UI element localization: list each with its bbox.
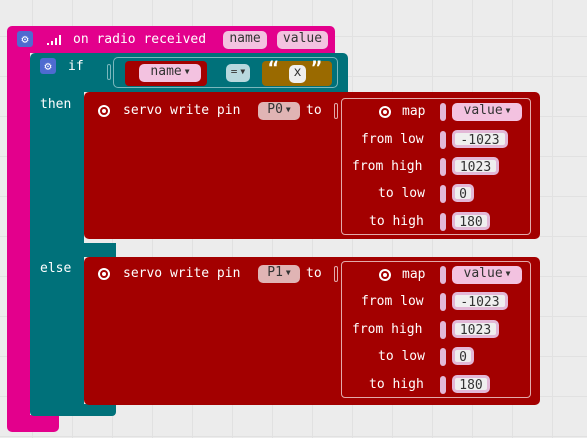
map-to-low-field[interactable]: 0 — [452, 347, 474, 365]
map-slot-notch — [334, 266, 338, 282]
map-row-label: from high — [352, 322, 423, 337]
value-slot-notch — [440, 185, 446, 203]
value-slot-notch — [440, 348, 446, 366]
map-from-high-field[interactable]: 1023 — [452, 320, 499, 338]
close-quote-icon: ” — [311, 58, 322, 79]
param-name[interactable]: name — [223, 31, 267, 49]
servo-write-label: servo write pin — [123, 266, 241, 281]
pin-label: P0 — [267, 102, 283, 117]
then-connector — [84, 243, 116, 257]
map-label: map — [402, 267, 426, 282]
value-slot-notch — [440, 266, 446, 284]
map-value-label: value — [463, 103, 503, 118]
chevron-down-icon: ▼ — [505, 106, 511, 115]
map-value-dropdown-else[interactable]: value ▼ — [452, 266, 522, 284]
map-row-label: to low — [378, 349, 425, 364]
map-row-label: to low — [378, 186, 425, 201]
value-slot-notch — [440, 213, 446, 231]
if-block-spine — [30, 90, 84, 408]
pin-dropdown-else[interactable]: P1 ▼ — [258, 265, 300, 283]
radio-signal-icon — [47, 34, 63, 46]
map-from-high-field[interactable]: 1023 — [452, 157, 499, 175]
to-label: to — [306, 266, 322, 281]
pin-dropdown-then[interactable]: P0 ▼ — [258, 102, 300, 120]
value-slot-notch — [440, 376, 446, 394]
chevron-down-icon: ▼ — [285, 268, 291, 277]
map-from-low-field[interactable]: -1023 — [452, 292, 508, 310]
map-label: map — [402, 104, 426, 119]
value-slot-notch — [440, 131, 446, 149]
name-variable-label: name — [150, 64, 182, 79]
name-variable-dropdown[interactable]: name ▼ — [139, 64, 201, 82]
value-slot-notch — [440, 103, 446, 121]
value-slot-notch — [440, 158, 446, 176]
map-row-label: to high — [369, 377, 424, 392]
map-value-dropdown-then[interactable]: value ▼ — [452, 103, 522, 121]
chevron-down-icon: ▼ — [184, 67, 190, 76]
servo-target-icon — [379, 269, 391, 281]
on-radio-received-spine — [7, 50, 30, 424]
map-row-label: from high — [352, 159, 423, 174]
map-slot-notch — [334, 103, 338, 119]
pin-label: P1 — [267, 265, 283, 280]
on-radio-received-label: on radio received — [73, 32, 207, 47]
value-slot-notch — [440, 321, 446, 339]
condition-slot-notch — [107, 64, 111, 80]
string-value-field[interactable]: x — [289, 65, 306, 83]
servo-target-icon — [98, 105, 110, 117]
servo-target-icon — [379, 106, 391, 118]
equals-operator-label: = — [230, 65, 238, 78]
param-value[interactable]: value — [277, 31, 328, 49]
equals-operator-dropdown[interactable]: = ▼ — [226, 64, 250, 82]
gear-icon[interactable]: ⚙ — [17, 31, 33, 47]
gear-icon[interactable]: ⚙ — [40, 58, 56, 74]
open-quote-icon: “ — [268, 58, 279, 79]
map-to-low-field[interactable]: 0 — [452, 184, 474, 202]
map-to-high-field[interactable]: 180 — [452, 212, 490, 230]
map-row-label: from low — [361, 132, 424, 147]
map-to-high-field[interactable]: 180 — [452, 375, 490, 393]
map-row-label: to high — [369, 214, 424, 229]
on-radio-received-bottom — [7, 415, 59, 432]
servo-target-icon — [98, 268, 110, 280]
if-label: if — [68, 59, 84, 74]
if-block-footer — [30, 404, 116, 416]
chevron-down-icon: ▼ — [505, 269, 511, 278]
map-value-label: value — [463, 266, 503, 281]
map-from-low-field[interactable]: -1023 — [452, 130, 508, 148]
map-row-label: from low — [361, 294, 424, 309]
value-slot-notch — [440, 293, 446, 311]
servo-write-label: servo write pin — [123, 103, 241, 118]
else-label: else — [40, 261, 72, 276]
chevron-down-icon: ▼ — [240, 67, 246, 76]
to-label: to — [306, 103, 322, 118]
then-label: then — [40, 97, 72, 112]
chevron-down-icon: ▼ — [285, 105, 291, 114]
